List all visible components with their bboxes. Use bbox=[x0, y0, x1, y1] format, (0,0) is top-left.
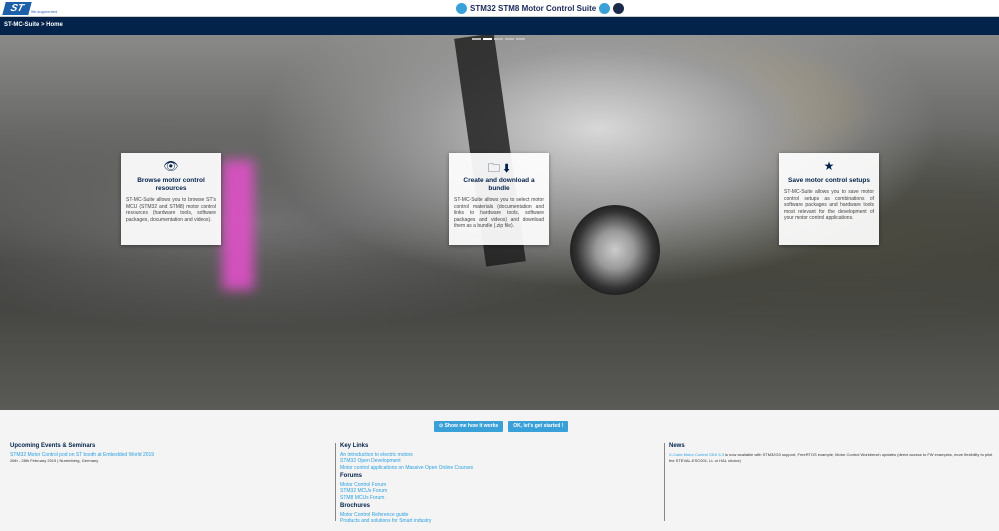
card-title: Create and download a bundle bbox=[463, 177, 535, 192]
news-link[interactable]: X-Cube Motor Control SDK 5.3 bbox=[669, 452, 724, 457]
card-browse[interactable]: 👁 Browse motor control resources ST-MC-S… bbox=[121, 153, 221, 245]
key-link[interactable]: Motor control applications on Massive Op… bbox=[340, 465, 655, 472]
eye-icon: 👁 bbox=[163, 159, 179, 173]
user-icon[interactable] bbox=[613, 3, 625, 14]
card-title: Save motor control setups bbox=[788, 177, 870, 184]
st-logo[interactable]: ST bbox=[2, 2, 32, 15]
get-started-button[interactable]: OK, let's get started ! bbox=[508, 421, 569, 432]
card-text: ST-MC-Suite allows you to save motor con… bbox=[784, 189, 874, 222]
events-section: Upcoming Events & Seminars STM32 Motor C… bbox=[10, 443, 325, 465]
card-text: ST-MC-Suite allows you to browse ST's MC… bbox=[126, 197, 216, 223]
breadcrumb-root[interactable]: ST-MC-Suite bbox=[4, 22, 39, 28]
motor-icon bbox=[456, 3, 467, 14]
brochure-link[interactable]: Products and solutions for Smart industr… bbox=[340, 518, 655, 525]
key-links-title: Key Links bbox=[340, 443, 369, 449]
links-section: Key Links An introduction to electric mo… bbox=[335, 443, 655, 525]
toolbox-star-icon: ★ bbox=[823, 159, 835, 173]
breadcrumb: ST-MC-Suite > Home bbox=[0, 17, 999, 35]
card-save[interactable]: ★ Save motor control setups ST-MC-Suite … bbox=[779, 153, 879, 245]
carousel-indicators[interactable] bbox=[472, 38, 525, 40]
event-detail: 26th - 28th February 2019 | Nuremberg, G… bbox=[10, 458, 99, 463]
events-title: Upcoming Events & Seminars bbox=[10, 443, 96, 449]
news-title: News bbox=[669, 443, 685, 449]
forum-link[interactable]: STM8 MCUs Forum bbox=[340, 495, 655, 502]
breadcrumb-current: > Home bbox=[41, 22, 63, 28]
card-title: Browse motor control resources bbox=[137, 177, 205, 192]
news-section: News X-Cube Motor Control SDK 5.3 is now… bbox=[664, 443, 994, 521]
card-text: ST-MC-Suite allows you to select motor c… bbox=[454, 197, 544, 230]
logo-tagline: life.augmented bbox=[31, 9, 58, 14]
top-header: ST life.augmented STM32 STM8 Motor Contr… bbox=[0, 0, 999, 17]
hero-carousel: 👁 Browse motor control resources ST-MC-S… bbox=[0, 35, 999, 410]
folder-download-icon: 🗀 ⬇ bbox=[487, 161, 511, 175]
app-title: STM32 STM8 Motor Control Suite bbox=[470, 4, 597, 13]
brochures-title: Brochures bbox=[340, 503, 371, 509]
show-me-how-button[interactable]: ⊙ Show me how it works bbox=[434, 421, 504, 432]
forums-title: Forums bbox=[340, 473, 363, 479]
card-bundle[interactable]: 🗀 ⬇ Create and download a bundle ST-MC-S… bbox=[449, 153, 549, 245]
bird-icon bbox=[599, 3, 611, 14]
